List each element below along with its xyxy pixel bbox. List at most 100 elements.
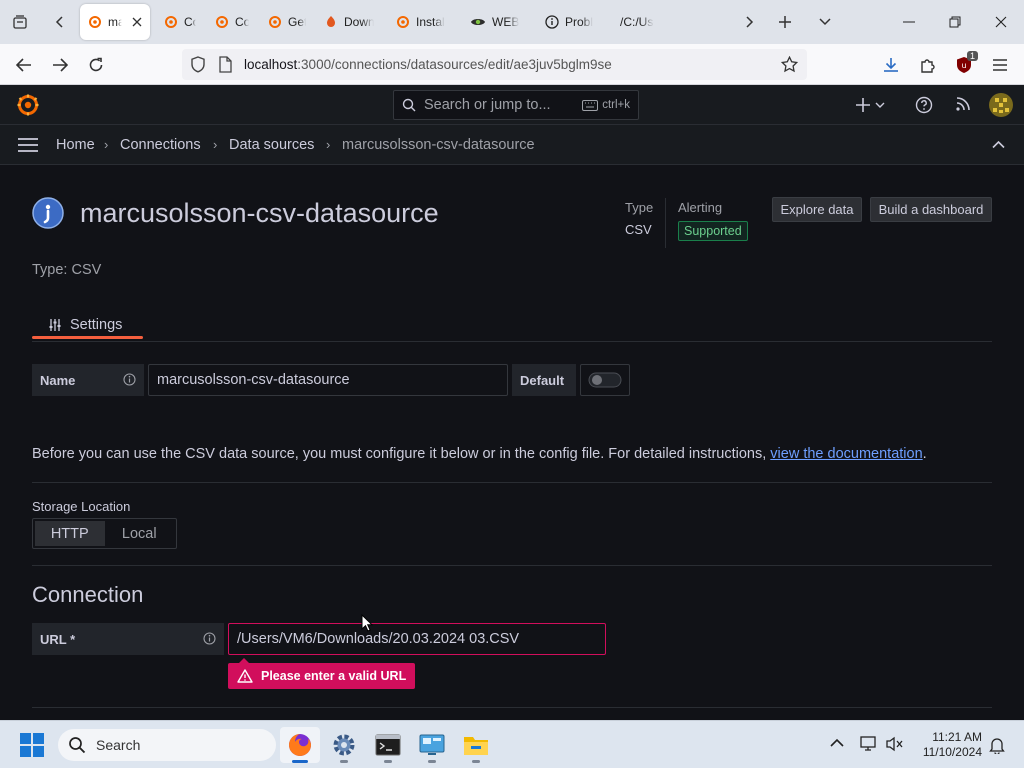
grafana-top-bar: Search or jump to... ctrl+k — [0, 85, 1024, 125]
collapse-chevron-up-icon[interactable] — [992, 140, 1005, 149]
connection-heading: Connection — [32, 582, 144, 607]
name-info-icon[interactable] — [123, 373, 136, 386]
meta-type-label: Type — [625, 200, 654, 215]
browser-tab[interactable]: Confi — [207, 4, 257, 40]
page-info-icon[interactable] — [218, 56, 232, 73]
storage-option-local[interactable]: Local — [105, 521, 175, 546]
back-arrow-icon[interactable] — [9, 50, 39, 80]
clock-date: 11/10/2024 — [922, 745, 982, 759]
svg-text:u: u — [961, 61, 966, 70]
user-avatar[interactable] — [989, 93, 1013, 117]
taskbar-search-box[interactable]: Search — [58, 729, 276, 761]
url-info-icon[interactable] — [203, 632, 216, 645]
extensions-puzzle-icon[interactable] — [913, 50, 943, 80]
browser-tab-label: Down — [344, 15, 374, 29]
add-new-plus-icon[interactable] — [856, 97, 886, 113]
default-toggle-switch[interactable] — [580, 364, 630, 396]
search-bar[interactable]: Search or jump to... ctrl+k — [393, 90, 639, 120]
section-divider — [32, 482, 992, 483]
explore-data-button[interactable]: Explore data — [772, 197, 862, 222]
show-hidden-icons-chevron-icon[interactable] — [830, 738, 844, 747]
taskbar-file-explorer-icon[interactable] — [456, 727, 496, 763]
meta-alerting-label: Alerting — [678, 200, 723, 215]
windows-start-icon[interactable] — [20, 733, 44, 757]
breadcrumb-data-sources[interactable]: Data sources — [229, 137, 314, 153]
taskbar-control-panel-icon[interactable] — [412, 727, 452, 763]
close-window-icon[interactable] — [978, 0, 1024, 44]
close-tab-icon[interactable] — [132, 17, 142, 27]
volume-muted-icon[interactable] — [886, 736, 904, 752]
help-question-icon[interactable] — [915, 96, 933, 114]
browser-tab[interactable]: Instal — [388, 4, 458, 40]
grafana-icon — [88, 15, 102, 29]
downloads-icon[interactable] — [876, 50, 906, 80]
reload-icon[interactable] — [81, 50, 111, 80]
scroll-tabs-right-icon[interactable] — [735, 8, 763, 36]
ublock-origin-icon[interactable]: u 1 — [949, 50, 979, 80]
browser-tab[interactable]: Get si — [260, 4, 314, 40]
browser-tab-strip: ma Confi Confi Get si Down Instal WEB Probl/C:/… — [0, 0, 1024, 44]
taskbar-settings-gear-icon[interactable] — [324, 727, 364, 763]
list-all-tabs-chevron-icon[interactable] — [811, 8, 839, 36]
news-rss-icon[interactable] — [955, 96, 971, 112]
search-icon — [402, 98, 416, 112]
section-divider — [32, 707, 992, 708]
build-dashboard-button[interactable]: Build a dashboard — [870, 197, 992, 222]
keyboard-icon — [582, 99, 599, 111]
taskbar-running-indicator — [340, 760, 348, 763]
storage-option-http[interactable]: HTTP — [35, 521, 105, 546]
search-shortcut: ctrl+k — [582, 99, 630, 111]
url-text[interactable]: localhost:3000/connections/datasources/e… — [244, 57, 612, 72]
address-bar[interactable]: localhost:3000/connections/datasources/e… — [182, 49, 807, 80]
storage-location-label: Storage Location — [32, 499, 131, 514]
browser-tab[interactable]: Confi — [156, 4, 204, 40]
name-input[interactable]: marcusolsson-csv-datasource — [148, 364, 508, 396]
breadcrumb-current: marcusolsson-csv-datasource — [342, 137, 535, 153]
default-field-label: Default — [512, 364, 576, 396]
taskbar-firefox-icon[interactable] — [280, 727, 320, 763]
tab-settings-label: Settings — [70, 317, 123, 333]
forward-arrow-icon[interactable] — [45, 50, 75, 80]
taskbar-active-indicator — [292, 760, 308, 763]
breadcrumb-separator: › — [213, 137, 218, 152]
browser-tab[interactable]: Probl — [537, 4, 609, 40]
notifications-bell-icon[interactable] — [989, 736, 1005, 754]
browser-tab[interactable]: ma — [80, 4, 150, 40]
scroll-tabs-left-icon[interactable] — [46, 8, 74, 36]
breadcrumb-home[interactable]: Home — [56, 137, 95, 153]
network-monitor-icon[interactable] — [860, 736, 878, 752]
grafana-icon — [268, 15, 282, 29]
url-input[interactable]: /Users/VM6/Downloads/20.03.2024 03.CSV — [228, 623, 606, 655]
minimize-window-icon[interactable] — [886, 0, 932, 44]
meta-type-value: CSV — [625, 222, 652, 237]
url-validation-error: Please enter a valid URL — [228, 658, 416, 689]
alerting-supported-badge: Supported — [678, 221, 748, 241]
browser-tab-label: Get si — [288, 15, 306, 29]
breadcrumb-connections[interactable]: Connections — [120, 137, 201, 153]
grafana-logo-icon[interactable] — [16, 93, 40, 117]
browser-tab-label: /C:/Use — [620, 15, 654, 29]
tracking-protection-shield-icon[interactable] — [190, 56, 206, 73]
info-icon — [545, 15, 559, 29]
active-tab-indicator — [32, 336, 143, 339]
browser-tab[interactable]: Down — [316, 4, 382, 40]
eye-icon — [470, 15, 486, 29]
browser-tab-label: Confi — [184, 15, 196, 29]
view-documentation-link[interactable]: view the documentation — [770, 446, 922, 462]
taskbar-running-indicator — [384, 760, 392, 763]
browser-tab-label: Instal — [416, 15, 445, 29]
browser-tab[interactable]: WEB — [462, 4, 532, 40]
url-field-label: URL * — [32, 623, 224, 655]
hamburger-menu-icon[interactable] — [985, 50, 1015, 80]
url-path: :3000/connections/datasources/edit/ae3ju… — [297, 57, 612, 72]
browser-tab-label: ma — [108, 15, 122, 29]
restore-window-icon[interactable] — [932, 0, 978, 44]
menu-toggle-icon[interactable] — [18, 138, 38, 152]
system-clock[interactable]: 11:21 AM 11/10/2024 — [918, 730, 982, 760]
new-tab-plus-icon[interactable] — [771, 8, 799, 36]
tab-overview-icon[interactable] — [6, 8, 34, 36]
taskbar-terminal-icon[interactable] — [368, 727, 408, 763]
browser-tab[interactable]: /C:/Use — [612, 4, 686, 40]
clock-time: 11:21 AM — [932, 730, 982, 744]
bookmark-star-icon[interactable] — [781, 56, 798, 73]
